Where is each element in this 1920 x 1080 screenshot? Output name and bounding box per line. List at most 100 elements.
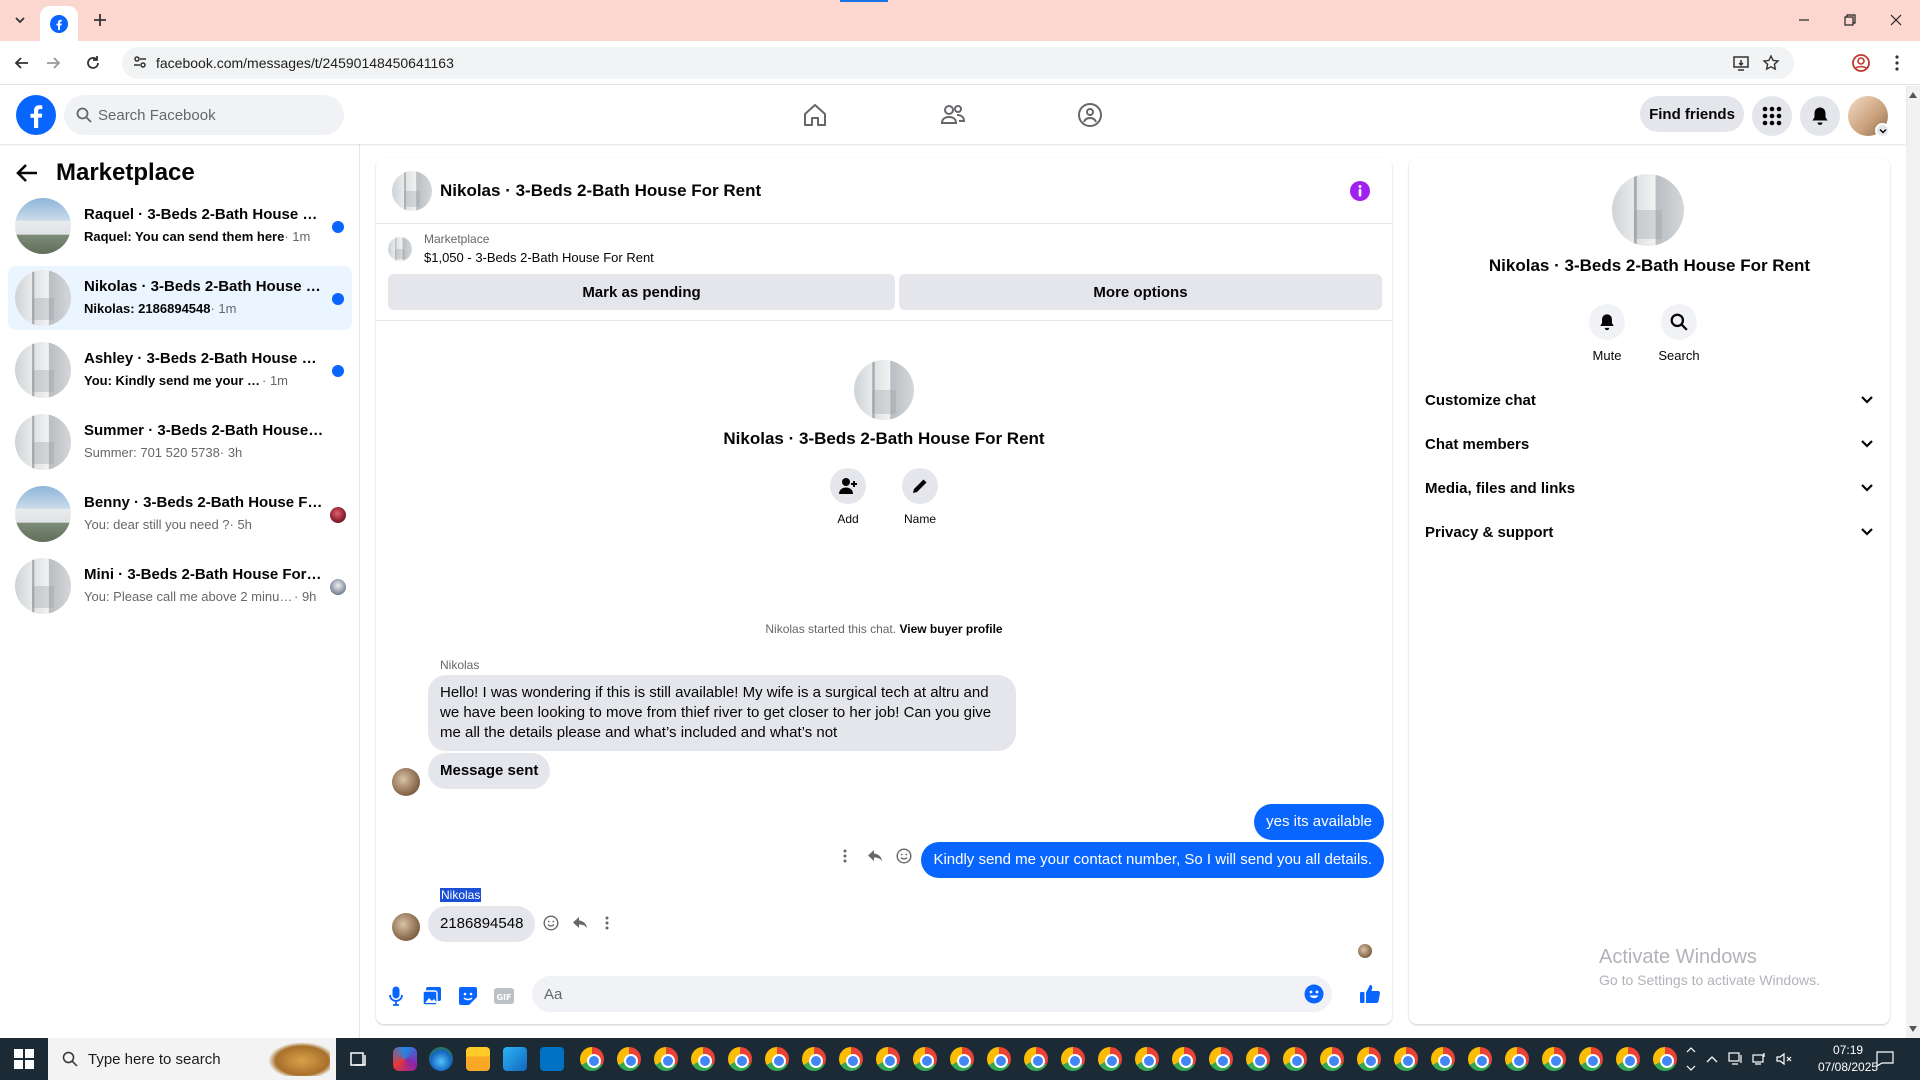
chrome-icon[interactable] [765,1047,789,1071]
chrome-icon[interactable] [1542,1047,1566,1071]
restore-icon[interactable] [1832,6,1868,34]
conversation-item-mini[interactable]: Mini · 3-Beds 2-Bath House For Rent You:… [8,554,352,618]
new-tab-plus-icon[interactable] [88,8,112,32]
listing-thumbnail[interactable] [388,237,412,261]
notifications-bell-icon[interactable] [1800,96,1840,136]
chrome-icon[interactable] [580,1047,604,1071]
listing-price-title[interactable]: $1,050 - 3-Beds 2-Bath House For Rent [424,250,654,265]
customize-chat-section[interactable]: Customize chat [1425,378,1874,422]
view-buyer-profile-link[interactable]: View buyer profile [899,622,1002,636]
message-input[interactable] [544,976,1284,1012]
edge-icon[interactable] [429,1047,453,1071]
notifications-chat-icon[interactable] [1876,1038,1894,1080]
nav-friends-icon[interactable] [933,98,973,132]
chrome-icon[interactable] [1431,1047,1455,1071]
facebook-search[interactable] [64,95,344,135]
chrome-icon[interactable] [1246,1047,1270,1071]
conversation-item-ashley[interactable]: Ashley · 3-Beds 2-Bath House For Rent Yo… [8,338,352,402]
windows-start-icon[interactable] [0,1038,48,1080]
chrome-icon[interactable] [1061,1047,1085,1071]
sender-avatar[interactable] [392,768,420,796]
chat-title[interactable]: Nikolas · 3-Beds 2-Bath House For Rent [440,181,761,201]
chrome-icon[interactable] [1283,1047,1307,1071]
menu-grid-icon[interactable] [1752,96,1792,136]
copilot-icon[interactable] [393,1047,417,1071]
microphone-icon[interactable] [384,984,408,1008]
react-smiley-icon[interactable] [539,911,563,935]
chrome-icon[interactable] [950,1047,974,1071]
minimize-icon[interactable] [1786,6,1822,34]
photo-gallery-icon[interactable] [420,984,444,1008]
profile-icon[interactable] [1848,50,1874,76]
search-in-conversation-button[interactable]: Search [1649,304,1709,363]
conversation-item-raquel[interactable]: Raquel · 3-Beds 2-Bath House For Rent Ra… [8,194,352,258]
incoming-message[interactable]: Hello! I was wondering if this is still … [428,675,1016,751]
chrome-icon[interactable] [1135,1047,1159,1071]
more-options-button[interactable]: More options [899,274,1382,310]
microsoft-store-icon[interactable] [503,1047,527,1071]
message-input-box[interactable] [532,976,1332,1012]
chrome-icon[interactable] [1653,1047,1677,1071]
react-smiley-icon[interactable] [892,844,916,868]
browser-menu-icon[interactable] [1884,50,1910,76]
incoming-message[interactable]: 2186894548 [428,906,536,942]
chrome-icon[interactable] [802,1047,826,1071]
more-actions-icon[interactable] [833,844,857,868]
name-chat-button[interactable]: Name [890,468,950,526]
conversation-item-nikolas[interactable]: Nikolas · 3-Beds 2-Bath House For Rent N… [8,266,352,330]
chrome-icon[interactable] [1024,1047,1048,1071]
back-arrow-icon[interactable] [9,50,35,76]
outgoing-message[interactable]: Kindly send me your contact number, So I… [921,842,1384,878]
close-window-icon[interactable] [1878,6,1914,34]
more-actions-icon[interactable] [595,911,619,935]
nav-groups-icon[interactable] [1070,98,1110,132]
search-input[interactable] [98,95,328,135]
sticker-icon[interactable] [456,984,480,1008]
chrome-icon[interactable] [839,1047,863,1071]
reload-icon[interactable] [80,50,106,76]
tray-chevron-up-icon[interactable] [1706,1038,1718,1080]
tray-scroll[interactable] [1686,1038,1696,1080]
facebook-tab[interactable] [40,6,78,41]
task-view-icon[interactable] [347,1047,371,1071]
incoming-message[interactable]: Message sent [428,753,551,789]
conversation-item-summer[interactable]: Summer · 3-Beds 2-Bath House For Rent Su… [8,410,352,474]
display-icon[interactable] [1728,1038,1744,1080]
gif-icon[interactable]: GIF [492,984,516,1008]
conversation-item-benny[interactable]: Benny · 3-Beds 2-Bath House For Rent You… [8,482,352,546]
chrome-icon[interactable] [617,1047,641,1071]
address-bar[interactable]: facebook.com/messages/t/2459014845064116… [122,47,1794,79]
mark-as-pending-button[interactable]: Mark as pending [388,274,895,310]
mute-button[interactable]: Mute [1577,304,1637,363]
volume-muted-icon[interactable] [1776,1038,1792,1080]
chrome-icon[interactable] [876,1047,900,1071]
emoji-icon[interactable] [1304,984,1324,1004]
chrome-icon[interactable] [913,1047,937,1071]
chrome-icon[interactable] [1505,1047,1529,1071]
outgoing-message[interactable]: yes its available [1254,804,1384,840]
facebook-logo-icon[interactable] [16,95,56,135]
file-explorer-icon[interactable] [466,1047,490,1071]
install-app-icon[interactable] [1732,54,1750,72]
chrome-icon[interactable] [728,1047,752,1071]
page-scrollbar[interactable] [1906,86,1920,1038]
outlook-icon[interactable] [540,1047,564,1071]
privacy-support-section[interactable]: Privacy & support [1425,510,1874,554]
chrome-icon[interactable] [1209,1047,1233,1071]
chrome-icon[interactable] [691,1047,715,1071]
bookmark-star-icon[interactable] [1762,54,1780,72]
find-friends-button[interactable]: Find friends [1640,96,1744,132]
chrome-icon[interactable] [1616,1047,1640,1071]
chrome-icon[interactable] [1320,1047,1344,1071]
chat-avatar[interactable] [392,171,432,211]
tab-search-chevron-icon[interactable] [8,8,32,32]
chrome-icon[interactable] [1468,1047,1492,1071]
nav-home-icon[interactable] [795,98,835,132]
chat-members-section[interactable]: Chat members [1425,422,1874,466]
chrome-icon[interactable] [1394,1047,1418,1071]
chrome-icon[interactable] [1579,1047,1603,1071]
network-icon[interactable] [1752,1038,1768,1080]
info-icon[interactable] [1349,180,1371,202]
forward-arrow-icon[interactable] [40,50,66,76]
back-arrow-icon[interactable] [16,163,38,183]
